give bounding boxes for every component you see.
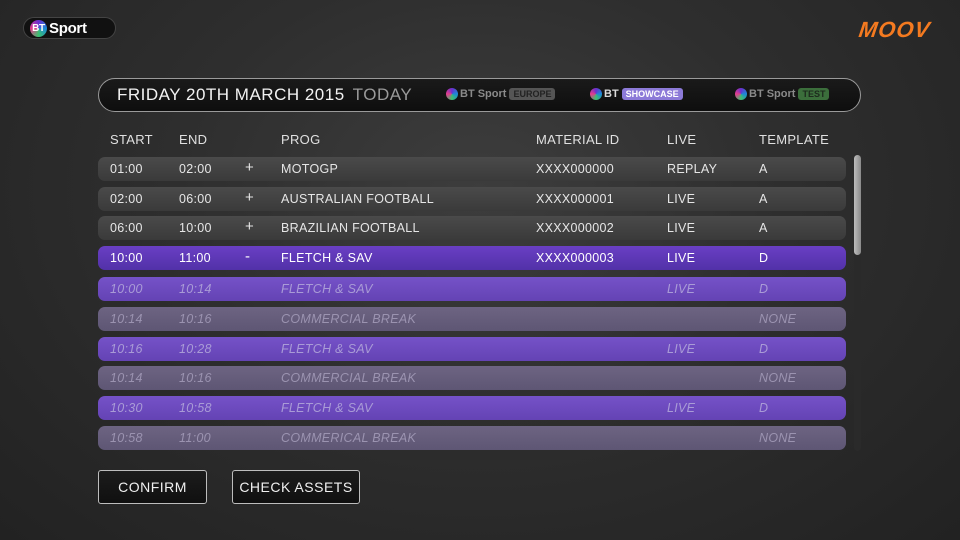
table-subrow[interactable]: 10:16 10:28 FLETCH & SAV LIVE D xyxy=(98,337,846,361)
cell-start: 02:00 xyxy=(110,192,143,206)
cell-start: 06:00 xyxy=(110,221,143,235)
cell-live: REPLAY xyxy=(667,162,718,176)
confirm-button[interactable]: CONFIRM xyxy=(98,470,207,504)
bt-badge-icon xyxy=(590,88,602,100)
cell-template: A xyxy=(759,162,768,176)
cell-end: 11:00 xyxy=(179,251,211,265)
cell-start: 10:00 xyxy=(110,282,143,296)
channel-bt-sport-europe[interactable]: BT Sport EUROPE xyxy=(446,88,556,100)
channel-name: BT Sport xyxy=(460,88,507,100)
cell-live: LIVE xyxy=(667,342,696,356)
cell-material-id: XXXX000001 xyxy=(536,192,615,206)
cell-start: 10:14 xyxy=(110,312,143,326)
column-header-template: TEMPLATE xyxy=(759,132,830,147)
cell-template: D xyxy=(759,282,769,296)
channel-name: BT xyxy=(604,88,619,100)
cell-prog: FLETCH & SAV xyxy=(281,282,373,296)
cell-prog: FLETCH & SAV xyxy=(281,251,373,265)
column-header-live: LIVE xyxy=(667,132,697,147)
cell-end: 10:14 xyxy=(179,282,212,296)
check-assets-button[interactable]: CHECK ASSETS xyxy=(232,470,360,504)
bt-badge-icon xyxy=(735,88,747,100)
expand-toggle[interactable]: + xyxy=(245,159,254,176)
cell-start: 10:16 xyxy=(110,342,143,356)
channel-bt-sport-test[interactable]: BT Sport TEST xyxy=(735,88,830,100)
cell-material-id: XXXX000003 xyxy=(536,251,615,265)
table-subrow[interactable]: 10:58 11:00 COMMERICAL BREAK NONE xyxy=(98,426,846,450)
table-subrow[interactable]: 10:14 10:16 COMMERCIAL BREAK NONE xyxy=(98,366,846,390)
expand-toggle[interactable]: + xyxy=(245,189,254,206)
date-channel-bar: FRIDAY 20TH MARCH 2015 TODAY BT Sport EU… xyxy=(98,78,861,112)
cell-material-id: XXXX000002 xyxy=(536,221,615,235)
moov-logo: MOOV xyxy=(857,17,932,42)
cell-end: 10:00 xyxy=(179,221,212,235)
cell-template: D xyxy=(759,251,769,265)
channel-pill: EUROPE xyxy=(509,88,556,100)
channel-bt-showcase[interactable]: BT SHOWCASE xyxy=(590,88,683,100)
cell-start: 10:58 xyxy=(110,431,143,445)
bt-badge-icon xyxy=(446,88,458,100)
cell-template: A xyxy=(759,192,768,206)
cell-prog: AUSTRALIAN FOOTBALL xyxy=(281,192,434,206)
cell-end: 10:16 xyxy=(179,312,212,326)
cell-end: 11:00 xyxy=(179,431,211,445)
cell-start: 10:14 xyxy=(110,371,143,385)
table-row[interactable]: 02:00 06:00 + AUSTRALIAN FOOTBALL XXXX00… xyxy=(98,187,846,211)
cell-end: 10:16 xyxy=(179,371,212,385)
table-subrow[interactable]: 10:14 10:16 COMMERCIAL BREAK NONE xyxy=(98,307,846,331)
collapse-toggle[interactable]: - xyxy=(245,248,250,265)
cell-end: 10:58 xyxy=(179,401,212,415)
scrollbar-track[interactable] xyxy=(854,155,861,451)
bt-sport-text: Sport xyxy=(49,19,87,37)
cell-prog: COMMERICAL BREAK xyxy=(281,431,417,445)
schedule-table-header: START END PROG MATERIAL ID LIVE TEMPLATE xyxy=(98,132,846,148)
bt-sport-logo: BT Sport xyxy=(23,17,116,39)
column-header-end: END xyxy=(179,132,208,147)
cell-start: 10:30 xyxy=(110,401,143,415)
cell-end: 02:00 xyxy=(179,162,212,176)
cell-prog: COMMERCIAL BREAK xyxy=(281,312,417,326)
cell-end: 06:00 xyxy=(179,192,212,206)
column-header-material-id: MATERIAL ID xyxy=(536,132,620,147)
bt-badge-icon: BT xyxy=(30,19,47,37)
cell-prog: MOTOGP xyxy=(281,162,339,176)
cell-live: LIVE xyxy=(667,282,696,296)
cell-material-id: XXXX000000 xyxy=(536,162,615,176)
cell-template: D xyxy=(759,342,769,356)
channel-name: BT Sport xyxy=(749,88,796,100)
expand-toggle[interactable]: + xyxy=(245,218,254,235)
cell-template: A xyxy=(759,221,768,235)
cell-live: LIVE xyxy=(667,251,696,265)
cell-prog: FLETCH & SAV xyxy=(281,401,373,415)
cell-prog: FLETCH & SAV xyxy=(281,342,373,356)
table-subrow[interactable]: 10:30 10:58 FLETCH & SAV LIVE D xyxy=(98,396,846,420)
schedule-date: FRIDAY 20TH MARCH 2015 xyxy=(117,85,345,104)
table-row[interactable]: 01:00 02:00 + MOTOGP XXXX000000 REPLAY A xyxy=(98,157,846,181)
channel-pill: TEST xyxy=(798,88,830,100)
today-label[interactable]: TODAY xyxy=(353,85,413,105)
cell-template: NONE xyxy=(759,371,797,385)
table-row-selected[interactable]: 10:00 11:00 - FLETCH & SAV XXXX000003 LI… xyxy=(98,246,846,270)
table-row[interactable]: 06:00 10:00 + BRAZILIAN FOOTBALL XXXX000… xyxy=(98,216,846,240)
cell-template: D xyxy=(759,401,769,415)
cell-start: 01:00 xyxy=(110,162,143,176)
channel-pill: SHOWCASE xyxy=(621,88,683,100)
column-header-start: START xyxy=(110,132,153,147)
cell-live: LIVE xyxy=(667,221,696,235)
cell-template: NONE xyxy=(759,312,797,326)
scrollbar-thumb[interactable] xyxy=(854,155,861,255)
cell-prog: COMMERCIAL BREAK xyxy=(281,371,417,385)
cell-template: NONE xyxy=(759,431,797,445)
cell-start: 10:00 xyxy=(110,251,143,265)
table-subrow[interactable]: 10:00 10:14 FLETCH & SAV LIVE D xyxy=(98,277,846,301)
cell-live: LIVE xyxy=(667,401,696,415)
column-header-prog: PROG xyxy=(281,132,321,147)
cell-prog: BRAZILIAN FOOTBALL xyxy=(281,221,420,235)
cell-end: 10:28 xyxy=(179,342,212,356)
cell-live: LIVE xyxy=(667,192,696,206)
